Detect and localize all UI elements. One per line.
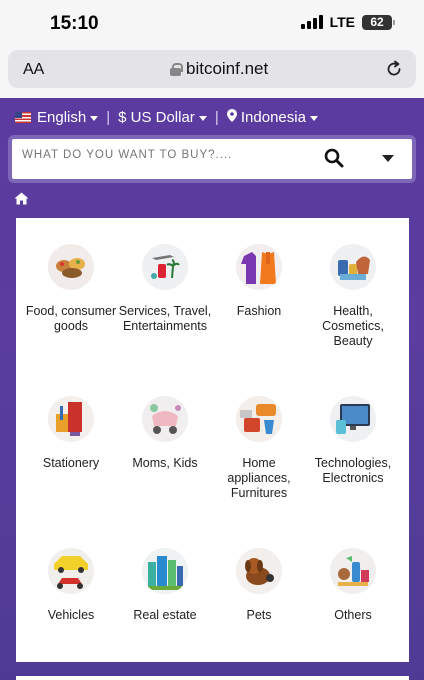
category-label: Others xyxy=(334,608,372,622)
category-health[interactable]: Health, Cosmetics, Beauty xyxy=(303,244,403,349)
category-label: Moms, Kids xyxy=(132,456,198,470)
category-label: Stationery xyxy=(42,456,100,470)
category-label: Pets xyxy=(246,608,272,622)
url-text: bitcoinf.net xyxy=(186,59,269,78)
travel-icon xyxy=(142,244,188,290)
separator: | xyxy=(214,109,219,126)
category-label: Home appliances, Furnitures xyxy=(227,456,291,500)
text-size-button[interactable]: AA xyxy=(23,61,44,79)
category-home-appliances[interactable]: Home appliances, Furnitures xyxy=(209,396,309,501)
signal-icon xyxy=(300,15,323,29)
status-bar: 15:10 LTE 62 xyxy=(0,0,424,48)
home-appliances-icon xyxy=(236,396,282,442)
caret-down-icon xyxy=(309,115,318,121)
next-section-edge xyxy=(16,676,409,680)
vehicles-icon xyxy=(48,548,94,594)
browser-toolbar: AA bitcoinf.net xyxy=(0,48,424,98)
moms-kids-icon xyxy=(142,396,188,442)
real-estate-icon xyxy=(142,548,188,594)
category-dropdown-icon[interactable] xyxy=(382,155,394,162)
home-icon[interactable] xyxy=(14,192,29,205)
category-moms-kids[interactable]: Moms, Kids xyxy=(115,396,215,471)
status-time: 15:10 xyxy=(50,13,99,34)
category-stationery[interactable]: Stationery xyxy=(21,396,121,471)
health-icon xyxy=(330,244,376,290)
category-food[interactable]: Food, consumer goods xyxy=(21,244,121,334)
currency-selector[interactable]: $ US Dollar xyxy=(118,109,207,126)
network-type: LTE xyxy=(329,14,355,30)
category-label: Health, Cosmetics, Beauty xyxy=(322,304,384,348)
category-services[interactable]: Services, Travel, Entertainments xyxy=(115,244,215,334)
preferences-bar: English | $ US Dollar | Indonesia xyxy=(15,109,318,126)
status-indicators: LTE 62 xyxy=(300,14,395,30)
electronics-icon xyxy=(330,396,376,442)
search-icon[interactable] xyxy=(324,148,344,168)
caret-down-icon xyxy=(198,115,207,121)
search-bar xyxy=(8,135,416,183)
category-label: Services, Travel, Entertainments xyxy=(118,304,212,333)
category-label: Technologies, Electronics xyxy=(314,456,392,485)
fashion-icon xyxy=(236,244,282,290)
language-selector[interactable]: English xyxy=(37,109,99,126)
others-icon xyxy=(330,548,376,594)
caret-down-icon xyxy=(90,115,99,121)
category-vehicles[interactable]: Vehicles xyxy=(21,548,121,623)
food-icon xyxy=(48,244,94,290)
battery-icon: 62 xyxy=(362,14,395,30)
category-grid: Food, consumer goods Services, Travel, E… xyxy=(16,218,409,662)
reload-icon[interactable] xyxy=(384,59,404,79)
country-selector[interactable]: Indonesia xyxy=(226,109,318,126)
map-pin-icon xyxy=(226,109,237,122)
search-input[interactable] xyxy=(22,149,302,161)
category-label: Vehicles xyxy=(47,608,95,622)
category-electronics[interactable]: Technologies, Electronics xyxy=(303,396,403,486)
stationery-icon xyxy=(48,396,94,442)
category-label: Food, consumer goods xyxy=(25,304,117,333)
category-real-estate[interactable]: Real estate xyxy=(115,548,215,623)
us-flag-icon xyxy=(15,112,31,123)
url-field[interactable]: bitcoinf.net xyxy=(170,59,268,79)
address-bar[interactable]: AA bitcoinf.net xyxy=(8,50,416,88)
pets-icon xyxy=(236,548,282,594)
category-pets[interactable]: Pets xyxy=(209,548,309,623)
separator: | xyxy=(106,109,111,126)
category-label: Real estate xyxy=(133,608,197,622)
search-box xyxy=(12,139,412,179)
category-fashion[interactable]: Fashion xyxy=(209,244,309,319)
lock-icon xyxy=(170,62,183,76)
category-others[interactable]: Others xyxy=(303,548,403,623)
category-label: Fashion xyxy=(236,304,282,318)
site-content: English | $ US Dollar | Indonesia Food, … xyxy=(0,98,424,680)
